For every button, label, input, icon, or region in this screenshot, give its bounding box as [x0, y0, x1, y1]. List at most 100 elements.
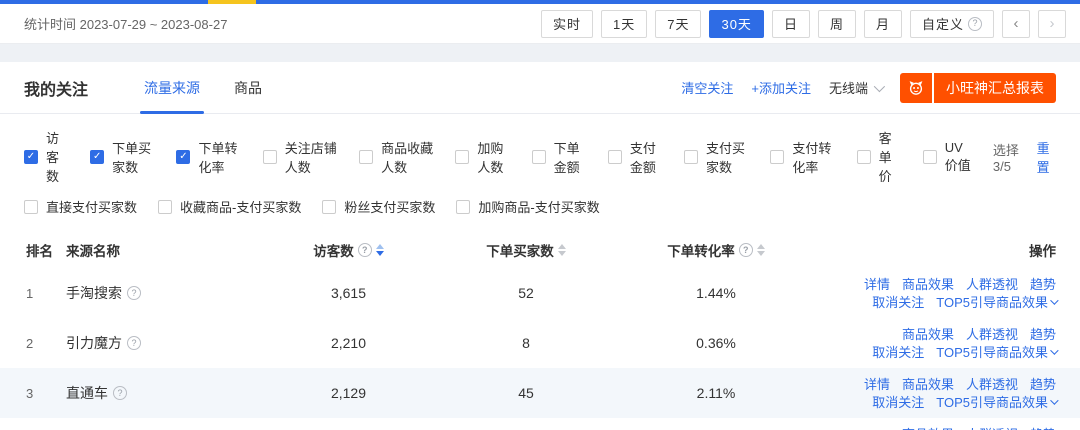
table-row: 4 手淘旺信 ? 341 106 31.09% 商品效果 人群透视 趋势 取消关… [0, 418, 1080, 430]
checkbox[interactable] [857, 150, 871, 164]
range-custom-button[interactable]: 自定义 ? [910, 10, 994, 38]
sort-asc-icon[interactable] [376, 244, 384, 249]
checkbox[interactable] [532, 150, 546, 164]
checkbox[interactable] [923, 150, 937, 164]
chevron-down-icon [1050, 296, 1058, 304]
top5-guided-products-link[interactable]: TOP5引导商品效果 [936, 346, 1056, 359]
metric-checkbox-uv-value[interactable]: UV价值 [923, 140, 974, 174]
prev-period-button[interactable]: ‹ [1002, 10, 1030, 38]
product-effect-link[interactable]: 商品效果 [902, 378, 954, 391]
checkbox[interactable] [456, 200, 470, 214]
metric-label: 加购商品-支付买家数 [478, 197, 599, 216]
metric-checkbox-fan-pay-buyers[interactable]: 粉丝支付买家数 [322, 197, 435, 216]
sort-visitors-control[interactable] [376, 244, 384, 256]
clear-follows-link[interactable]: 清空关注 [681, 78, 733, 97]
detail-link[interactable]: 详情 [864, 378, 890, 391]
sort-order-conversion-control[interactable] [757, 244, 765, 256]
sort-desc-icon[interactable] [558, 251, 566, 256]
tab-label: 商品 [234, 78, 262, 98]
unfollow-link[interactable]: 取消关注 [872, 396, 924, 409]
top5-label: TOP5引导商品效果 [936, 296, 1048, 309]
checkbox[interactable] [770, 150, 784, 164]
metric-checkbox-pay-buyers[interactable]: 支付买家数 [684, 138, 751, 176]
wangshen-report-label[interactable]: 小旺神汇总报表 [934, 73, 1056, 103]
header-order-conversion[interactable]: 下单转化率 ? [667, 240, 765, 260]
metric-checkbox-order-amount[interactable]: 下单金额 [532, 138, 589, 176]
panel-title: 我的关注 [24, 76, 88, 100]
tab-product[interactable]: 商品 [234, 62, 262, 114]
range-label: 30天 [721, 14, 751, 33]
checkbox[interactable] [608, 150, 622, 164]
top5-guided-products-link[interactable]: TOP5引导商品效果 [936, 296, 1056, 309]
next-period-button[interactable]: › [1038, 10, 1066, 38]
add-follow-link[interactable]: +添加关注 [751, 78, 811, 97]
metric-checkbox-item-favorites[interactable]: 商品收藏人数 [359, 138, 436, 176]
checkbox[interactable] [322, 200, 336, 214]
metric-checkbox-pay-amount[interactable]: 支付金额 [608, 138, 665, 176]
terminal-dropdown-value: 无线端 [829, 78, 868, 97]
my-follows-panel: 我的关注 流量来源 商品 清空关注 +添加关注 无线端 [0, 62, 1080, 430]
audience-insight-link[interactable]: 人群透视 [966, 328, 1018, 341]
detail-link[interactable]: 详情 [864, 278, 890, 291]
product-effect-link[interactable]: 商品效果 [902, 328, 954, 341]
order-conversion-cell: 1.44% [611, 285, 821, 301]
metric-checkbox-avg-order-value[interactable]: 客单价 [857, 128, 904, 185]
checkbox[interactable] [359, 150, 373, 164]
sort-desc-icon[interactable] [757, 251, 765, 256]
tab-traffic-source[interactable]: 流量来源 [144, 62, 200, 114]
wangshen-report-button[interactable]: 小旺神汇总报表 [900, 73, 1056, 103]
sort-asc-icon[interactable] [558, 244, 566, 249]
range-week-button[interactable]: 周 [818, 10, 856, 38]
trend-link[interactable]: 趋势 [1030, 378, 1056, 391]
checkbox[interactable] [455, 150, 469, 164]
metric-checkbox-direct-pay-buyers[interactable]: 直接支付买家数 [24, 197, 137, 216]
top5-guided-products-link[interactable]: TOP5引导商品效果 [936, 396, 1056, 409]
audience-insight-link[interactable]: 人群透视 [966, 278, 1018, 291]
unfollow-link[interactable]: 取消关注 [872, 346, 924, 359]
range-30day-button[interactable]: 30天 [709, 10, 763, 38]
product-effect-link[interactable]: 商品效果 [902, 278, 954, 291]
checkbox[interactable] [263, 150, 277, 164]
order-conversion-cell: 2.11% [611, 385, 821, 401]
sort-asc-icon[interactable] [757, 244, 765, 249]
order-buyers-cell: 52 [441, 285, 611, 301]
trend-link[interactable]: 趋势 [1030, 278, 1056, 291]
actions-cell: 商品效果 人群透视 趋势 取消关注 TOP5引导商品效果 [821, 328, 1056, 359]
checkbox[interactable] [684, 150, 698, 164]
audience-insight-link[interactable]: 人群透视 [966, 378, 1018, 391]
metric-checkbox-pay-conversion[interactable]: 支付转化率 [770, 138, 837, 176]
header-order-buyers[interactable]: 下单买家数 [486, 240, 566, 260]
unfollow-link[interactable]: 取消关注 [872, 296, 924, 309]
metric-checkbox-shop-followers[interactable]: 关注店铺人数 [263, 138, 340, 176]
metric-checkbox-cart-item-pay-buyers[interactable]: 加购商品-支付买家数 [456, 197, 599, 216]
metric-checkbox-order-buyers[interactable]: ✓ 下单买家数 [90, 138, 157, 176]
terminal-dropdown[interactable]: 无线端 [829, 78, 882, 97]
metric-checkbox-order-conversion[interactable]: ✓ 下单转化率 [176, 138, 243, 176]
header-visitors[interactable]: 访客数 ? [313, 240, 384, 260]
metric-label: 下单买家数 [112, 138, 157, 176]
help-icon: ? [968, 17, 982, 31]
top5-label: TOP5引导商品效果 [936, 396, 1048, 409]
reset-metrics-link[interactable]: 重置 [1037, 138, 1056, 176]
checkbox[interactable] [158, 200, 172, 214]
checkbox[interactable]: ✓ [90, 150, 104, 164]
sort-order-buyers-control[interactable] [558, 244, 566, 256]
range-day-button[interactable]: 日 [772, 10, 810, 38]
table-row: 2 引力魔方 ? 2,210 8 0.36% 商品效果 人群透视 趋势 取消关注… [0, 318, 1080, 368]
metric-label: 商品收藏人数 [381, 138, 436, 176]
metric-label: 支付转化率 [792, 138, 837, 176]
metric-checkbox-fav-item-pay-buyers[interactable]: 收藏商品-支付买家数 [158, 197, 301, 216]
metric-checkbox-cart-adders[interactable]: 加购人数 [455, 138, 512, 176]
checkbox[interactable] [24, 200, 38, 214]
range-realtime-button[interactable]: 实时 [541, 10, 593, 38]
metric-checkbox-visitors[interactable]: ✓ 访客数 [24, 128, 71, 185]
checkbox[interactable]: ✓ [24, 150, 38, 164]
range-1day-button[interactable]: 1天 [601, 10, 647, 38]
wangshen-mascot-icon [900, 73, 932, 103]
checkbox[interactable]: ✓ [176, 150, 190, 164]
trend-link[interactable]: 趋势 [1030, 328, 1056, 341]
metric-selection-summary: 选择 3/5 重置 [993, 138, 1056, 176]
range-7day-button[interactable]: 7天 [655, 10, 701, 38]
sort-desc-icon[interactable] [376, 251, 384, 256]
range-month-button[interactable]: 月 [864, 10, 902, 38]
